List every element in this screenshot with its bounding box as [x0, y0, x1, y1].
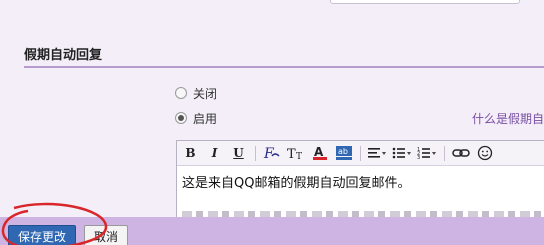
action-bar [0, 217, 544, 245]
text-color-icon[interactable]: A [310, 144, 329, 163]
svg-text:A: A [314, 145, 324, 159]
svg-text:ab: ab [338, 147, 348, 156]
link-icon[interactable] [451, 144, 470, 163]
align-left-icon[interactable] [367, 144, 387, 163]
editor-toolbar: B I U F TT A ab 123 [177, 141, 544, 166]
toolbar-separator [360, 145, 361, 161]
editor-text: 这是来自QQ邮箱的假期自动回复邮件。 [182, 176, 411, 191]
svg-text:3: 3 [417, 155, 420, 161]
cancel-button[interactable]: 取消 [84, 225, 129, 245]
svg-text:T: T [287, 147, 296, 161]
radio-option-on[interactable]: 启用 [175, 110, 217, 126]
bold-button[interactable]: B [181, 144, 200, 163]
section-title: 假期自动回复 [24, 48, 103, 63]
italic-button[interactable]: I [205, 144, 224, 163]
radio-off-icon[interactable] [175, 87, 187, 99]
top-input-field[interactable] [330, 0, 520, 4]
toolbar-separator [255, 145, 256, 161]
radio-on-icon[interactable] [175, 112, 187, 124]
font-family-icon[interactable]: F [262, 144, 281, 163]
font-size-icon[interactable]: TT [286, 144, 305, 163]
radio-on-label: 启用 [193, 111, 218, 126]
what-is-vacation-reply-link[interactable]: 什么是假期自 [472, 110, 544, 127]
numbered-list-icon[interactable]: 123 [417, 144, 437, 163]
bullet-list-icon[interactable] [392, 144, 412, 163]
radio-option-off[interactable]: 关闭 [175, 85, 217, 101]
save-changes-button[interactable]: 保存更改 [8, 225, 77, 245]
emoji-icon[interactable] [475, 144, 494, 163]
toolbar-separator [444, 145, 445, 161]
underline-button[interactable]: U [229, 144, 248, 163]
radio-off-label: 关闭 [193, 86, 218, 101]
section-divider [24, 66, 544, 68]
highlight-icon[interactable]: ab [334, 144, 353, 163]
svg-text:T: T [296, 152, 302, 161]
svg-text:F: F [263, 146, 275, 161]
